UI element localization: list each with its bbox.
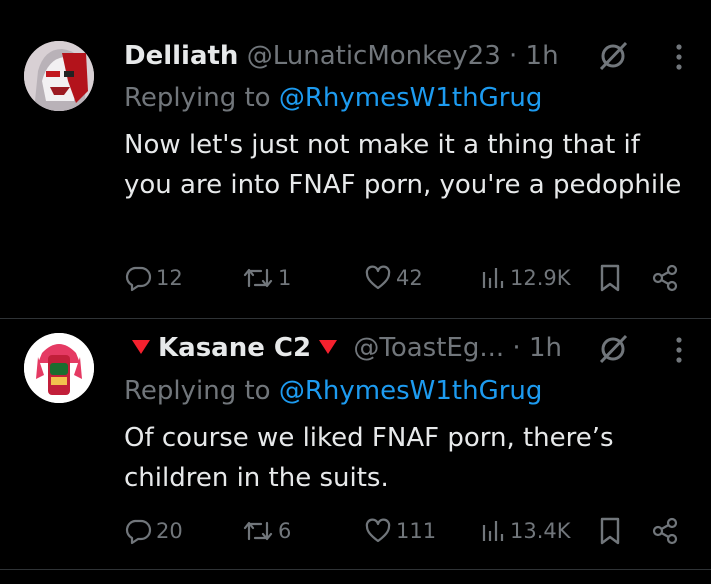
share-button[interactable] xyxy=(650,515,680,547)
display-name[interactable]: Delliath xyxy=(124,41,238,71)
tweet-divider xyxy=(0,569,711,570)
views-button[interactable]: 12.9K xyxy=(480,262,571,294)
like-icon xyxy=(365,518,391,543)
reply-count: 20 xyxy=(156,519,183,543)
action-bar: 12 1 42 12.9K xyxy=(124,262,684,294)
display-name[interactable]: Kasane C2 xyxy=(158,333,311,363)
repost-icon xyxy=(243,521,273,541)
like-button[interactable]: 42 xyxy=(364,262,423,294)
grok-icon[interactable] xyxy=(597,333,629,369)
bookmark-button[interactable] xyxy=(598,262,622,294)
red-triangle-icon xyxy=(319,340,338,354)
tweet-text: Now let's just not make it a thing that … xyxy=(124,130,682,200)
timestamp[interactable]: 1h xyxy=(526,41,559,71)
share-button[interactable] xyxy=(650,262,680,294)
replying-prefix: Replying to xyxy=(124,376,271,406)
action-bar: 20 6 111 13.4K xyxy=(124,515,684,547)
timestamp[interactable]: 1h xyxy=(529,333,562,363)
tweet-header: Kasane C2 @ToastEg... · 1h xyxy=(124,332,562,364)
bookmark-icon xyxy=(600,264,620,292)
separator: · xyxy=(512,333,521,363)
views-icon xyxy=(482,521,504,541)
replying-to: Replying to @RhymesW1thGrug xyxy=(124,82,542,114)
handle[interactable]: @ToastEg... xyxy=(353,333,504,363)
more-icon[interactable] xyxy=(673,335,685,369)
bookmark-button[interactable] xyxy=(598,515,622,547)
like-count: 42 xyxy=(396,266,423,290)
replying-prefix: Replying to xyxy=(124,83,271,113)
reply-button[interactable]: 12 xyxy=(124,262,183,294)
share-icon xyxy=(652,264,678,292)
like-icon xyxy=(365,265,391,290)
replying-to: Replying to @RhymesW1thGrug xyxy=(124,375,542,407)
tweet-text: Of course we liked FNAF porn, there’s ch… xyxy=(124,423,614,493)
views-icon xyxy=(482,268,504,288)
bookmark-icon xyxy=(600,517,620,545)
tweet-2[interactable]: Kasane C2 @ToastEg... · 1h Replying to @… xyxy=(0,319,711,569)
view-count: 13.4K xyxy=(510,519,571,543)
more-icon[interactable] xyxy=(673,42,685,76)
tweet-header: Delliath @LunaticMonkey23 · 1h xyxy=(124,40,559,72)
separator: · xyxy=(509,41,518,71)
avatar-image xyxy=(24,333,94,403)
reply-button[interactable]: 20 xyxy=(124,515,183,547)
mention-link[interactable]: @RhymesW1thGrug xyxy=(279,83,543,113)
avatar-image xyxy=(24,41,94,111)
grok-icon[interactable] xyxy=(597,40,629,76)
red-triangle-icon xyxy=(132,340,150,354)
reply-icon xyxy=(125,266,152,292)
like-button[interactable]: 111 xyxy=(364,515,436,547)
handle[interactable]: @LunaticMonkey23 xyxy=(247,41,501,71)
repost-button[interactable]: 1 xyxy=(242,262,291,294)
mention-link[interactable]: @RhymesW1thGrug xyxy=(279,376,543,406)
avatar[interactable] xyxy=(24,333,94,403)
view-count: 12.9K xyxy=(510,266,571,290)
views-button[interactable]: 13.4K xyxy=(480,515,571,547)
reply-icon xyxy=(125,519,152,545)
repost-button[interactable]: 6 xyxy=(242,515,291,547)
avatar[interactable] xyxy=(24,41,94,111)
repost-icon xyxy=(243,268,273,288)
repost-count: 6 xyxy=(278,519,292,543)
reply-count: 12 xyxy=(156,266,183,290)
share-icon xyxy=(652,517,678,545)
repost-count: 1 xyxy=(278,266,292,290)
tweet-1[interactable]: Delliath @LunaticMonkey23 · 1h Replying … xyxy=(0,0,711,318)
like-count: 111 xyxy=(396,519,437,543)
